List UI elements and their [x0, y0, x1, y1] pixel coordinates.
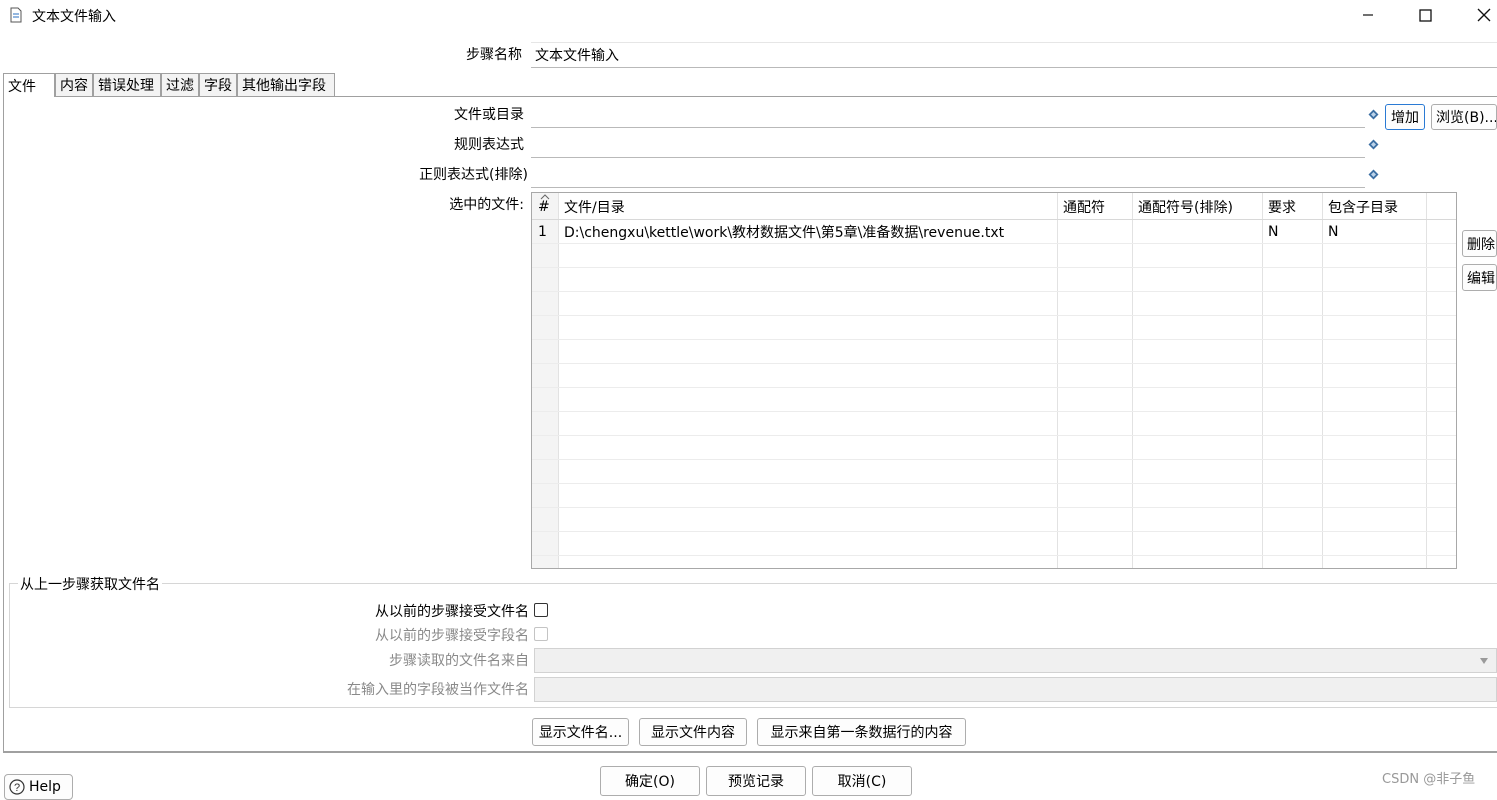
- delete-button[interactable]: 删除: [1462, 230, 1497, 257]
- column-header-wildcard[interactable]: 通配符: [1057, 195, 1132, 219]
- table-cell-wildcard[interactable]: [1057, 220, 1132, 243]
- tab-other-output-fields-label: 其他输出字段: [242, 78, 326, 94]
- maximize-button[interactable]: [1405, 2, 1445, 28]
- selected-files-table[interactable]: # 文件/目录 通配符 通配符号(排除) 要求 包含子目录 1 D:\cheng…: [531, 192, 1457, 569]
- tab-fields-label: 字段: [204, 78, 232, 94]
- svg-text:?: ?: [14, 782, 20, 794]
- tab-filter-label: 过滤: [166, 78, 194, 94]
- document-icon: [10, 7, 22, 23]
- accept-fieldnames-checkbox[interactable]: [534, 627, 548, 641]
- tab-file[interactable]: 文件: [3, 73, 55, 97]
- variable-icon: [1368, 109, 1379, 120]
- column-header-required[interactable]: 要求: [1262, 195, 1322, 219]
- add-button[interactable]: 增加: [1385, 104, 1425, 130]
- accept-filenames-label: 从以前的步骤接受文件名: [375, 604, 529, 620]
- column-header-include-subfolders[interactable]: 包含子目录: [1322, 195, 1426, 219]
- chevron-down-icon: [1480, 658, 1488, 664]
- column-header-number[interactable]: #: [532, 195, 558, 219]
- row-number-column: [532, 193, 558, 568]
- regex-exclude-input[interactable]: [531, 161, 1365, 188]
- show-first-row-content-button[interactable]: 显示来自第一条数据行的内容: [757, 718, 966, 746]
- show-file-content-button[interactable]: 显示文件内容: [639, 718, 747, 746]
- tab-file-label: 文件: [8, 78, 36, 95]
- edit-button[interactable]: 编辑: [1462, 264, 1497, 291]
- column-header-wildcard-exclude[interactable]: 通配符号(排除): [1132, 195, 1262, 219]
- column-header-file-dir[interactable]: 文件/目录: [558, 195, 1057, 219]
- tab-fields[interactable]: 字段: [199, 73, 237, 96]
- tab-content-label: 内容: [60, 78, 88, 94]
- file-or-dir-input[interactable]: [531, 101, 1365, 128]
- help-label: Help: [29, 779, 61, 795]
- table-cell-include-subfolders[interactable]: N: [1322, 220, 1426, 243]
- close-button[interactable]: [1464, 2, 1497, 28]
- regex-exclude-label: 正则表达式(排除): [419, 167, 528, 183]
- tab-error-handling-label: 错误处理: [98, 78, 154, 94]
- minimize-icon: [1363, 14, 1373, 16]
- table-cell-file-path[interactable]: D:\chengxu\kettle\work\教材数据文件\第5章\准备数据\r…: [558, 220, 1057, 243]
- selected-files-label: 选中的文件:: [449, 197, 524, 213]
- close-icon: [1477, 8, 1491, 22]
- title-bar: [0, 0, 1497, 32]
- accept-filenames-checkbox[interactable]: [534, 603, 548, 617]
- step-read-from-label: 步骤读取的文件名来自: [389, 653, 529, 669]
- regex-label: 规则表达式: [454, 137, 524, 153]
- table-cell-wildcard-exclude[interactable]: [1132, 220, 1262, 243]
- footer-separator: [3, 752, 1497, 753]
- file-or-dir-label: 文件或目录: [454, 107, 524, 123]
- table-cell-required[interactable]: N: [1262, 220, 1322, 243]
- field-as-filename-input[interactable]: [534, 677, 1497, 702]
- step-name-input[interactable]: 文本文件输入: [531, 42, 1497, 68]
- step-read-from-combo[interactable]: [534, 648, 1497, 673]
- accept-fieldnames-label: 从以前的步骤接受字段名: [375, 628, 529, 644]
- prev-step-group-title: 从上一步骤获取文件名: [18, 574, 162, 594]
- tab-error-handling[interactable]: 错误处理: [93, 73, 161, 96]
- browse-button[interactable]: 浏览(B)...: [1431, 104, 1497, 130]
- variable-icon: [1368, 139, 1379, 150]
- window-title: 文本文件输入: [32, 9, 116, 25]
- minimize-button[interactable]: [1348, 2, 1388, 28]
- maximize-icon: [1418, 8, 1432, 22]
- field-as-filename-label: 在输入里的字段被当作文件名: [347, 682, 529, 698]
- watermark: CSDN @非子鱼: [1382, 772, 1476, 787]
- show-filenames-button[interactable]: 显示文件名...: [532, 718, 629, 746]
- help-icon: ?: [9, 779, 25, 795]
- variable-icon: [1368, 169, 1379, 180]
- step-name-label: 步骤名称: [466, 47, 522, 63]
- tab-content[interactable]: 内容: [55, 73, 93, 96]
- tab-other-output-fields[interactable]: 其他输出字段: [237, 73, 335, 96]
- table-cell-row-number: 1: [538, 223, 547, 240]
- help-button[interactable]: ? Help: [4, 774, 73, 800]
- tab-filter[interactable]: 过滤: [161, 73, 199, 96]
- regex-input[interactable]: [531, 131, 1365, 158]
